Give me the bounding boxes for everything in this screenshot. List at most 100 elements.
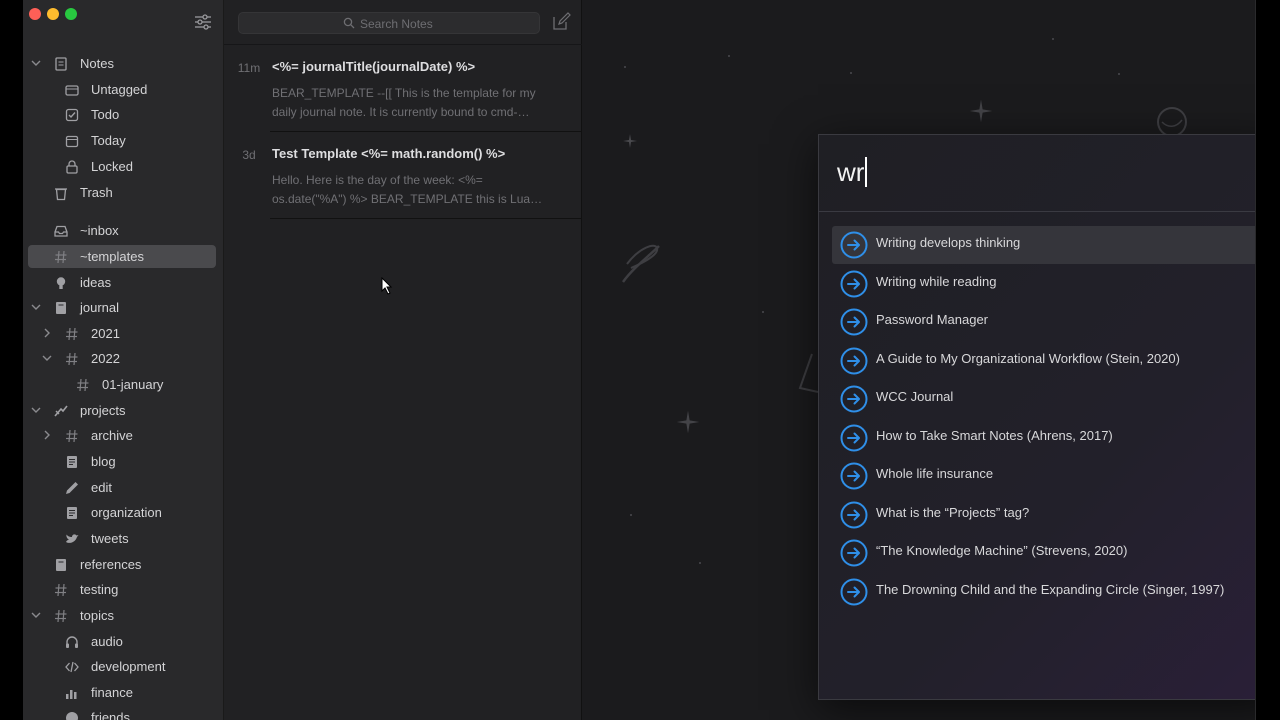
sidebar-item-label: Todo xyxy=(91,107,120,122)
search-result-label: What is the “Projects” tag? xyxy=(876,504,1030,520)
search-result-item[interactable]: How to Take Smart Notes (Ahrens, 2017) xyxy=(832,419,1255,457)
minimize-window-button[interactable] xyxy=(47,8,59,20)
search-input[interactable]: Search Notes xyxy=(238,12,540,34)
sidebar-item[interactable]: finance xyxy=(28,681,216,704)
search-result-label: Password Manager xyxy=(876,312,988,327)
search-result-item[interactable]: What is the “Projects” tag? xyxy=(832,496,1255,534)
sidebar-item-label: 2022 xyxy=(91,351,120,366)
document-icon xyxy=(67,507,77,519)
chevron-down-icon[interactable] xyxy=(30,57,42,69)
star-decoration xyxy=(699,562,701,564)
note-preview-line: os.date("%A") %> BEAR_TEMPLATE this is L… xyxy=(272,192,543,206)
projects-icon xyxy=(54,405,68,417)
note-time: 3d xyxy=(242,148,256,162)
chevron-right-icon[interactable] xyxy=(41,327,53,339)
hash-icon xyxy=(66,429,78,443)
note-title: <%= journalTitle(journalDate) %> xyxy=(272,59,476,74)
sidebar-item[interactable]: journal xyxy=(28,296,216,319)
sidebar-item[interactable]: edit xyxy=(28,476,216,499)
sidebar-item[interactable]: 2021 xyxy=(28,322,216,345)
sidebar-item-label: projects xyxy=(80,403,126,418)
book-icon xyxy=(56,559,66,571)
sidebar-item[interactable]: Trash xyxy=(28,181,216,204)
document-decoration-icon xyxy=(798,353,819,393)
chevron-down-icon[interactable] xyxy=(30,404,42,416)
sidebar-item-label: audio xyxy=(91,634,123,649)
close-window-button[interactable] xyxy=(29,8,41,20)
search-result-label: Writing while reading xyxy=(876,273,997,289)
search-result-item[interactable]: “The Knowledge Machine” (Strevens, 2020) xyxy=(832,534,1255,572)
note-list-item[interactable]: 11m <%= journalTitle(journalDate) %> BEA… xyxy=(224,46,582,132)
document-icon xyxy=(67,456,77,468)
arrow-right-circle-icon xyxy=(840,385,868,413)
quick-open-input[interactable]: wr xyxy=(837,157,868,188)
search-result-item[interactable]: Writing while reading xyxy=(832,265,1255,303)
app-window: Notes Untagged Todo Today Locked Trash ~inbox ~… xyxy=(23,0,1256,720)
search-result-item[interactable]: Whole life insurance xyxy=(832,457,1255,495)
sidebar-item[interactable]: projects xyxy=(28,399,216,422)
sidebar-item[interactable]: archive xyxy=(28,424,216,447)
arrow-right-circle-icon xyxy=(840,270,868,297)
sidebar-item[interactable]: development xyxy=(28,655,216,678)
code-icon xyxy=(65,661,79,673)
sidebar-item[interactable]: blog xyxy=(28,450,216,473)
search-result-item[interactable]: WCC Journal xyxy=(832,380,1255,418)
chevron-down-icon[interactable] xyxy=(30,609,42,621)
zoom-window-button[interactable] xyxy=(65,8,77,20)
search-result-item[interactable]: A Guide to My Organizational Workflow (S… xyxy=(832,342,1255,380)
sidebar-item[interactable]: 01-january xyxy=(28,373,216,396)
note-preview-line: daily journal note. It is currently boun… xyxy=(272,105,530,119)
compose-icon[interactable] xyxy=(551,12,571,32)
inbox-icon xyxy=(54,225,68,237)
chevron-down-icon[interactable] xyxy=(41,352,53,364)
sidebar-item[interactable]: Untagged xyxy=(28,78,216,101)
sidebar-item[interactable]: Notes xyxy=(28,52,216,75)
sidebar-item[interactable]: testing xyxy=(28,578,216,601)
chevron-right-icon[interactable] xyxy=(41,429,53,441)
calendar-icon xyxy=(65,135,79,148)
sidebar-item[interactable]: Today xyxy=(28,129,216,152)
search-icon xyxy=(343,17,355,29)
sidebar-item[interactable]: tweets xyxy=(28,527,216,550)
hash-icon xyxy=(55,250,67,264)
arrow-right-circle-icon xyxy=(840,501,868,528)
search-result-item[interactable]: The Drowning Child and the Expanding Cir… xyxy=(832,573,1255,611)
sidebar-item[interactable]: ~templates xyxy=(28,245,216,268)
sidebar-item[interactable]: 2022 xyxy=(28,347,216,370)
mouse-cursor xyxy=(381,277,393,295)
sidebar-item[interactable]: organization xyxy=(28,501,216,524)
sidebar-item[interactable]: Locked xyxy=(28,155,216,178)
sidebar-item[interactable]: audio xyxy=(28,630,216,653)
sidebar-item-label: references xyxy=(80,557,142,572)
search-result-item[interactable]: Password Manager xyxy=(832,303,1255,341)
star-decoration xyxy=(850,72,852,74)
search-result-label: WCC Journal xyxy=(876,389,954,404)
lightbulb-icon xyxy=(56,277,66,289)
sparkle-icon xyxy=(969,99,993,123)
sidebar-item[interactable]: references xyxy=(28,553,216,576)
sidebar-item[interactable]: ~inbox xyxy=(28,219,216,242)
quick-open-panel: wr Writing develops thinking Writing whil… xyxy=(818,134,1255,700)
sidebar-item[interactable]: friends xyxy=(28,706,216,720)
note-list-item[interactable]: 3d Test Template <%= math.random() %> He… xyxy=(224,133,582,219)
sidebar-filters-icon[interactable] xyxy=(193,12,213,32)
untagged-icon xyxy=(65,85,79,96)
note-time: 11m xyxy=(237,61,261,75)
search-result-label: The Drowning Child and the Expanding Cir… xyxy=(876,581,1225,597)
search-placeholder: Search Notes xyxy=(360,17,433,31)
sidebar-item[interactable]: topics xyxy=(28,604,216,627)
sidebar-item[interactable]: ideas xyxy=(28,271,216,294)
note-preview: Hello. Here is the day of the week: <%= … xyxy=(272,171,562,209)
search-result-item[interactable]: Writing develops thinking xyxy=(832,226,1255,264)
star-decoration xyxy=(1052,38,1054,40)
sidebar-item-label: Locked xyxy=(91,159,133,174)
sidebar-item[interactable]: Todo xyxy=(28,103,216,126)
arrow-right-circle-icon xyxy=(840,462,868,490)
lock-icon xyxy=(66,160,78,174)
book-icon xyxy=(56,302,66,314)
note-list: Search Notes 11m <%= journalTitle(journa… xyxy=(224,0,582,720)
sidebar-item-label: friends xyxy=(91,710,131,720)
chevron-down-icon[interactable] xyxy=(30,301,42,313)
sidebar-item-label: 01-january xyxy=(102,377,164,392)
list-divider xyxy=(224,44,582,45)
